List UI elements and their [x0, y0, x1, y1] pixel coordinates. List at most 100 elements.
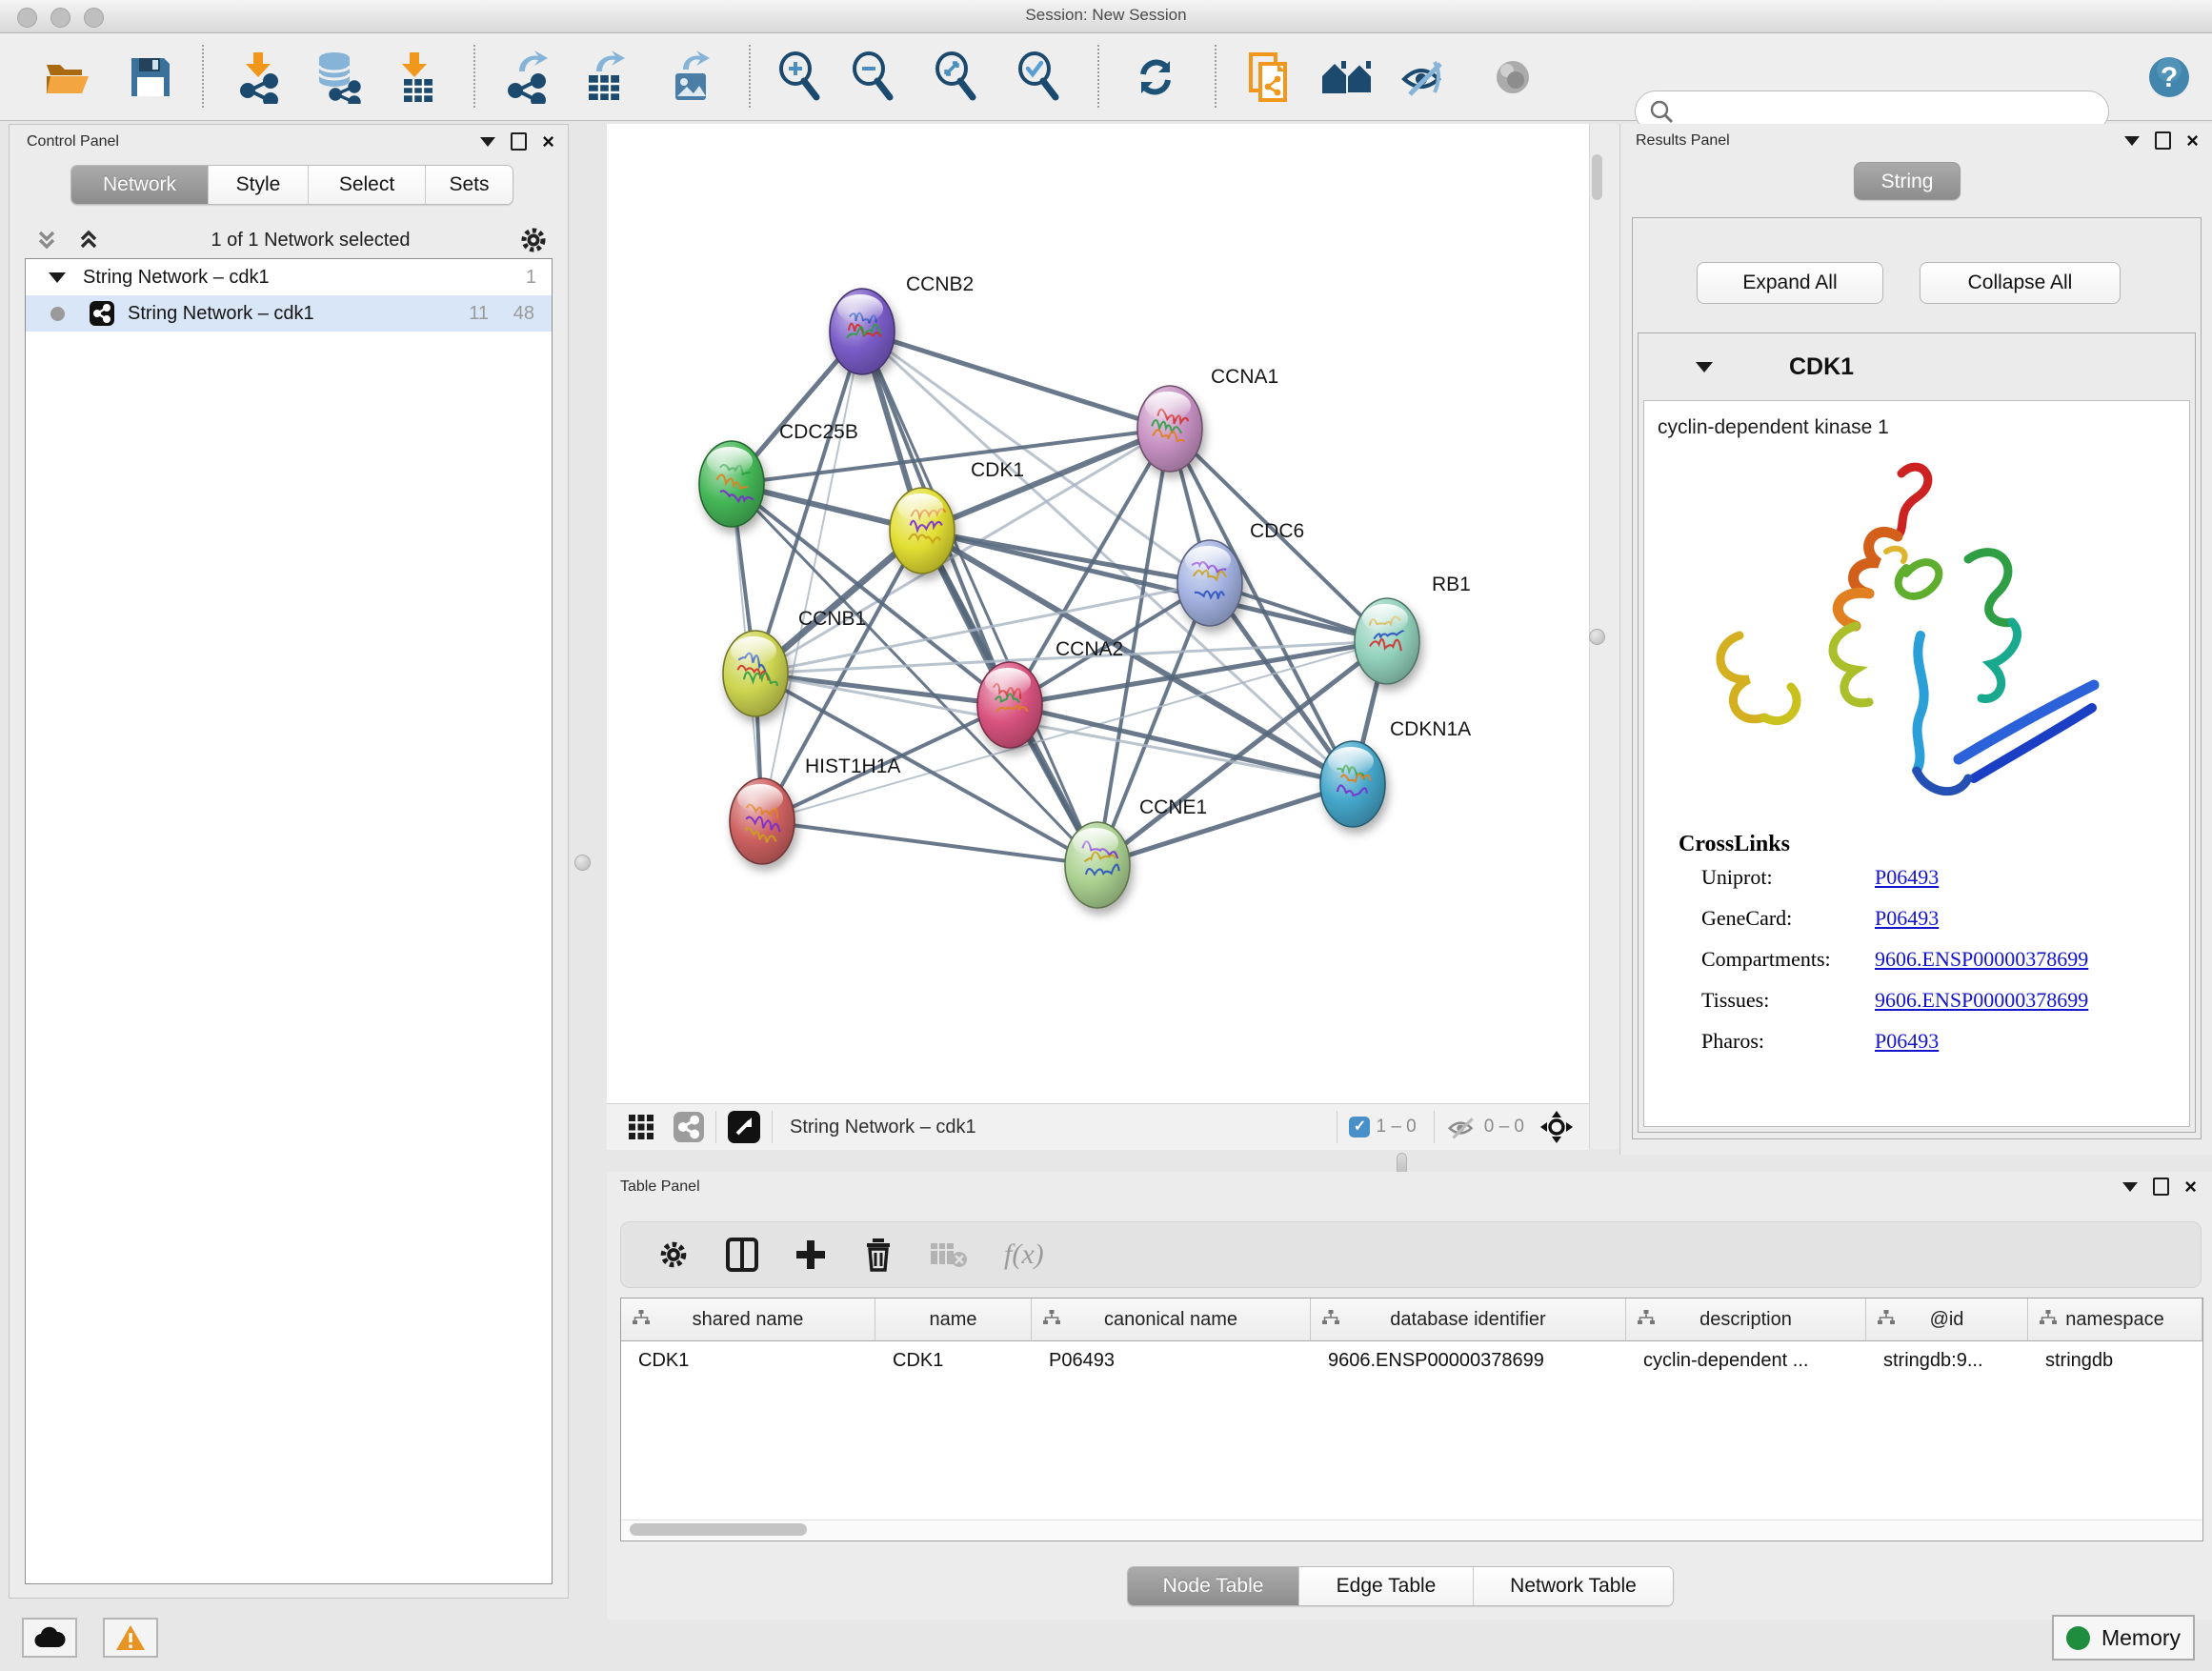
panel-float-icon[interactable] [2155, 131, 2171, 150]
tab-network-table[interactable]: Network Table [1474, 1567, 1673, 1605]
network-edge[interactable] [1010, 705, 1353, 784]
network-edge[interactable] [862, 332, 1170, 429]
zoom-out-button[interactable] [847, 50, 900, 104]
annotations-button[interactable] [1242, 50, 1296, 104]
panel-menu-icon[interactable] [480, 137, 495, 147]
warning-status-button[interactable] [103, 1618, 158, 1658]
import-network-database-button[interactable] [311, 50, 364, 104]
network-node-CCNB1[interactable] [723, 631, 788, 716]
crosslink-link[interactable]: 9606.ENSP00000378699 [1875, 947, 2088, 972]
show-all-button[interactable] [1486, 50, 1539, 104]
gear-icon[interactable] [518, 225, 549, 255]
panel-menu-icon[interactable] [2122, 1182, 2138, 1192]
tab-select[interactable]: Select [309, 166, 426, 204]
add-column-icon[interactable] [794, 1238, 827, 1271]
export-image-button[interactable] [665, 50, 718, 104]
network-edge[interactable] [755, 674, 1010, 705]
column-header-database-identifier[interactable]: database identifier [1311, 1299, 1626, 1340]
collapse-icon[interactable] [1696, 362, 1713, 372]
network-edge[interactable] [762, 821, 1097, 865]
vertical-scrollbar-thumb[interactable] [1592, 154, 1602, 200]
table-cell[interactable]: P06493 [1032, 1341, 1311, 1379]
table-settings-gear-icon[interactable] [657, 1238, 690, 1271]
fit-content-button[interactable] [930, 50, 983, 104]
tab-style[interactable]: Style [209, 166, 309, 204]
zoom-in-button[interactable] [774, 50, 827, 104]
expand-all-button[interactable]: Expand All [1697, 262, 1883, 304]
selection-checkbox[interactable]: ✓ [1349, 1117, 1370, 1137]
column-header--id[interactable]: @id [1866, 1299, 2028, 1340]
tab-node-table[interactable]: Node Table [1128, 1567, 1299, 1605]
column-header-description[interactable]: description [1626, 1299, 1866, 1340]
column-header-canonical-name[interactable]: canonical name [1032, 1299, 1311, 1340]
cloud-status-button[interactable] [22, 1618, 77, 1658]
grid-view-icon[interactable] [628, 1114, 654, 1140]
network-node-CCNB2[interactable] [830, 289, 895, 374]
network-overview-button[interactable] [1320, 50, 1374, 104]
panel-float-icon[interactable] [511, 132, 527, 151]
help-button[interactable]: ? [2142, 50, 2196, 104]
panel-close-icon[interactable]: × [2184, 1179, 2197, 1194]
collapse-all-button[interactable]: Collapse All [1920, 262, 2121, 304]
panel-close-icon[interactable]: × [2186, 133, 2199, 148]
export-table-button[interactable] [578, 50, 632, 104]
network-node-CCNE1[interactable] [1065, 822, 1130, 908]
show-columns-icon[interactable] [726, 1238, 758, 1272]
network-edge[interactable] [862, 332, 1097, 865]
crosslink-link[interactable]: P06493 [1875, 865, 1939, 890]
table-horizontal-scrollbar[interactable] [622, 1520, 2202, 1540]
expand-all-icon[interactable] [74, 227, 103, 253]
column-header-namespace[interactable]: namespace [2028, 1299, 2202, 1340]
node-details-header[interactable]: CDK1 [1639, 333, 2195, 400]
memory-button[interactable]: Memory [2052, 1615, 2195, 1661]
birdseye-icon[interactable] [728, 1111, 760, 1143]
panel-menu-icon[interactable] [2124, 136, 2140, 146]
network-node-CDC25B[interactable] [699, 441, 764, 527]
network-node-CDKN1A[interactable] [1320, 741, 1385, 827]
tab-network[interactable]: Network [71, 166, 209, 204]
table-cell[interactable]: stringdb:9... [1866, 1341, 2028, 1379]
network-node-CDC6[interactable] [1177, 540, 1242, 626]
network-node-RB1[interactable] [1355, 598, 1419, 684]
crosslink-link[interactable]: P06493 [1875, 1029, 1939, 1054]
crosslink-link[interactable]: 9606.ENSP00000378699 [1875, 988, 2088, 1013]
network-node-CCNA2[interactable] [977, 662, 1042, 748]
collapse-all-icon[interactable] [32, 227, 61, 253]
panel-close-icon[interactable]: × [542, 134, 554, 149]
tab-string[interactable]: String [1854, 162, 1961, 200]
network-canvas[interactable]: CCNB2CCNA1CDC25BCDK1CDC6RB1CCNB1CCNA2CDK… [607, 124, 1589, 1103]
save-session-button[interactable] [124, 50, 177, 104]
column-header-shared-name[interactable]: shared name [621, 1299, 875, 1340]
crosslink-link[interactable]: P06493 [1875, 906, 1939, 931]
move-tool-icon[interactable] [1539, 1110, 1574, 1144]
zoom-selected-button[interactable] [1013, 50, 1066, 104]
tab-edge-table[interactable]: Edge Table [1299, 1567, 1474, 1605]
network-view-share-icon[interactable] [674, 1112, 704, 1142]
table-cell[interactable]: CDK1 [621, 1341, 875, 1379]
collapse-icon[interactable] [49, 272, 66, 283]
export-network-button[interactable] [500, 50, 553, 104]
import-network-file-button[interactable] [232, 50, 286, 104]
table-cell[interactable]: 9606.ENSP00000378699 [1311, 1341, 1626, 1379]
network-node-CDK1[interactable] [890, 488, 955, 574]
table-cell[interactable]: CDK1 [875, 1341, 1032, 1379]
import-table-file-button[interactable] [389, 50, 442, 104]
network-edge[interactable] [1097, 784, 1353, 865]
vertical-splitter-handle[interactable] [574, 855, 591, 871]
column-header-name[interactable]: name [875, 1299, 1032, 1340]
network-node-HIST1H1A[interactable] [730, 778, 794, 864]
delete-column-icon[interactable] [863, 1238, 894, 1272]
network-collection-row[interactable]: String Network – cdk1 1 [26, 259, 552, 295]
hide-selected-button[interactable] [1398, 50, 1451, 104]
refresh-view-button[interactable] [1129, 50, 1182, 104]
scrollbar-thumb[interactable] [630, 1523, 807, 1536]
open-session-button[interactable] [41, 50, 94, 104]
results-splitter-handle[interactable] [1589, 629, 1605, 645]
table-cell[interactable]: stringdb [2028, 1341, 2202, 1379]
table-row[interactable]: CDK1CDK1P064939606.ENSP00000378699cyclin… [621, 1341, 2202, 1379]
network-row-selected[interactable]: String Network – cdk1 11 48 [26, 295, 552, 332]
tab-sets[interactable]: Sets [426, 166, 513, 204]
panel-float-icon[interactable] [2153, 1178, 2169, 1196]
table-cell[interactable]: cyclin-dependent ... [1626, 1341, 1866, 1379]
search-input[interactable] [1674, 101, 2078, 123]
